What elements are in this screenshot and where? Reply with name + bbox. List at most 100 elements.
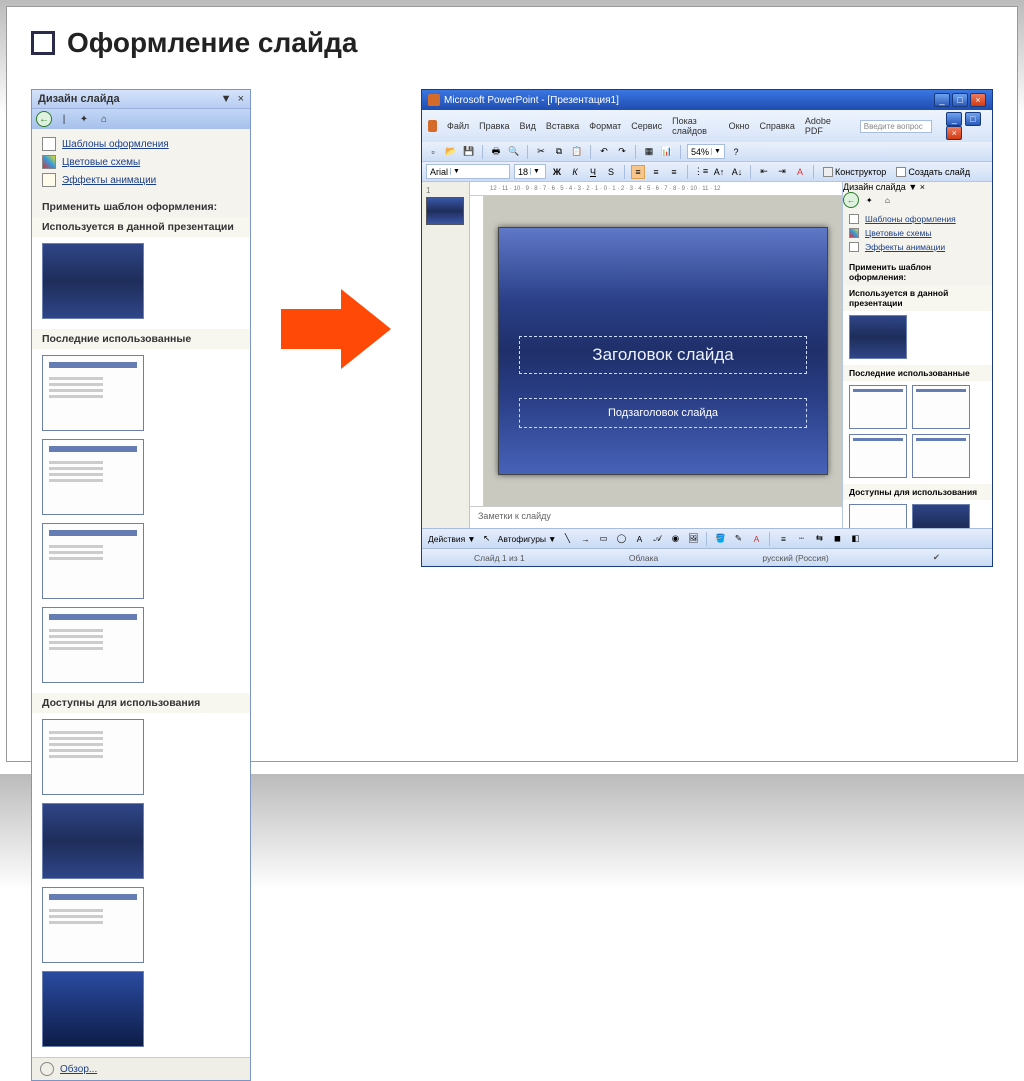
paste-icon[interactable]: 📋 [570, 145, 584, 159]
rnav-back-icon[interactable]: ← [843, 192, 859, 208]
rlink-color-schemes[interactable]: Цветовые схемы [849, 226, 986, 240]
wordart-icon[interactable]: 𝒜 [650, 532, 664, 546]
rtemplate-thumb[interactable] [849, 315, 907, 359]
rnav-star-icon[interactable]: ✦ [861, 192, 877, 208]
taskpane-dropdown-icon[interactable]: ▼ [221, 93, 232, 105]
font-combo[interactable]: Arial▼ [426, 164, 510, 179]
line-color-icon[interactable]: ✎ [731, 532, 745, 546]
menu-adobe-pdf[interactable]: Adobe PDF [805, 116, 840, 136]
menu-file[interactable]: Файл [447, 121, 469, 131]
rtemplate-thumb[interactable] [912, 504, 970, 528]
browse-link[interactable]: Обзор... [60, 1064, 97, 1075]
chart-icon[interactable]: 📊 [660, 145, 674, 159]
save-icon[interactable]: 💾 [462, 145, 476, 159]
current-slide[interactable]: Заголовок слайда Подзаголовок слайда [498, 227, 828, 475]
slide-subtitle-placeholder[interactable]: Подзаголовок слайда [519, 398, 807, 428]
open-icon[interactable]: 📂 [444, 145, 458, 159]
zoom-combo[interactable]: 54%▼ [687, 144, 725, 159]
nav-home-icon[interactable]: ⌂ [96, 111, 112, 127]
template-thumb[interactable] [42, 523, 144, 599]
doc-restore-button[interactable]: □ [965, 112, 981, 126]
preview-icon[interactable]: 🔍 [507, 145, 521, 159]
menu-tools[interactable]: Сервис [631, 121, 662, 131]
increase-indent-icon[interactable]: ⇥ [775, 165, 789, 179]
decrease-indent-icon[interactable]: ⇤ [757, 165, 771, 179]
slide-thumbnail[interactable] [426, 197, 464, 225]
rlink-animation-effects[interactable]: Эффекты анимации [849, 240, 986, 254]
slide-title-placeholder[interactable]: Заголовок слайда [519, 336, 807, 374]
dash-style-icon[interactable]: ┄ [794, 532, 808, 546]
cut-icon[interactable]: ✂ [534, 145, 548, 159]
rtemplate-thumb[interactable] [849, 504, 907, 528]
rnav-home-icon[interactable]: ⌂ [879, 192, 895, 208]
template-thumb[interactable] [42, 355, 144, 431]
align-center-icon[interactable]: ≡ [649, 165, 663, 179]
autoshapes-button[interactable]: Автофигуры▼ [498, 534, 557, 544]
oval-icon[interactable]: ◯ [614, 532, 628, 546]
nav-forward-icon[interactable]: | [56, 111, 72, 127]
shadow-style-icon[interactable]: ◼ [830, 532, 844, 546]
line-icon[interactable]: ╲ [560, 532, 574, 546]
close-button[interactable]: × [970, 93, 986, 107]
bullets-icon[interactable]: ⋮≡ [694, 165, 708, 179]
underline-icon[interactable]: Ч [586, 165, 600, 179]
minimize-button[interactable]: _ [934, 93, 950, 107]
maximize-button[interactable]: □ [952, 93, 968, 107]
arrow-shape-icon[interactable]: → [578, 532, 592, 546]
menu-edit[interactable]: Правка [479, 121, 509, 131]
select-icon[interactable]: ↖ [480, 532, 494, 546]
line-style-icon[interactable]: ≡ [776, 532, 790, 546]
app-menu-icon[interactable] [428, 120, 437, 132]
undo-icon[interactable]: ↶ [597, 145, 611, 159]
fill-color-icon[interactable]: 🪣 [713, 532, 727, 546]
nav-star-icon[interactable]: ✦ [76, 111, 92, 127]
menu-insert[interactable]: Вставка [546, 121, 579, 131]
rtemplate-thumb[interactable] [912, 434, 970, 478]
textbox-icon[interactable]: A [632, 532, 646, 546]
font-color2-icon[interactable]: A [749, 532, 763, 546]
template-thumb[interactable] [42, 719, 144, 795]
template-thumb[interactable] [42, 971, 144, 1047]
status-spell-icon[interactable]: ✔ [933, 552, 940, 563]
link-animation-effects[interactable]: Эффекты анимации [42, 171, 240, 189]
rect-icon[interactable]: ▭ [596, 532, 610, 546]
link-color-schemes[interactable]: Цветовые схемы [42, 153, 240, 171]
rtemplate-thumb[interactable] [849, 385, 907, 429]
fontsize-combo[interactable]: 18▼ [514, 164, 546, 179]
rtemplate-thumb[interactable] [849, 434, 907, 478]
right-taskpane-close-icon[interactable]: × [920, 182, 925, 192]
template-thumb[interactable] [42, 607, 144, 683]
rtemplate-thumb[interactable] [912, 385, 970, 429]
notes-pane[interactable]: Заметки к слайду [470, 506, 842, 528]
new-slide-button[interactable]: Создать слайд [893, 167, 973, 177]
redo-icon[interactable]: ↷ [615, 145, 629, 159]
draw-actions-button[interactable]: Действия▼ [428, 534, 476, 544]
nav-back-icon[interactable]: ← [36, 111, 52, 127]
right-taskpane-dropdown-icon[interactable]: ▼ [908, 182, 917, 192]
template-thumb[interactable] [42, 803, 144, 879]
constructor-button[interactable]: Конструктор [820, 167, 889, 177]
menu-format[interactable]: Формат [589, 121, 621, 131]
menu-slideshow[interactable]: Показ слайдов [672, 116, 718, 136]
bold-icon[interactable]: Ж [550, 165, 564, 179]
decrease-font-icon[interactable]: A↓ [730, 165, 744, 179]
menu-view[interactable]: Вид [520, 121, 536, 131]
taskpane-close-icon[interactable]: × [238, 93, 244, 105]
print-icon[interactable]: 🖶 [489, 145, 503, 159]
copy-icon[interactable]: ⧉ [552, 145, 566, 159]
ask-input[interactable]: Введите вопрос [860, 120, 933, 133]
3d-style-icon[interactable]: ◧ [848, 532, 862, 546]
template-thumb[interactable] [42, 243, 144, 319]
italic-icon[interactable]: К [568, 165, 582, 179]
clipart-icon[interactable]: 🖼 [686, 532, 700, 546]
diagram-icon[interactable]: ◉ [668, 532, 682, 546]
rlink-templates[interactable]: Шаблоны оформления [849, 212, 986, 226]
menu-help[interactable]: Справка [760, 121, 795, 131]
new-icon[interactable]: ▫ [426, 145, 440, 159]
table-icon[interactable]: ▦ [642, 145, 656, 159]
doc-minimize-button[interactable]: _ [946, 112, 962, 126]
template-thumb[interactable] [42, 439, 144, 515]
doc-close-button[interactable]: × [946, 126, 962, 140]
shadow-icon[interactable]: S [604, 165, 618, 179]
arrow-style-icon[interactable]: ⇆ [812, 532, 826, 546]
